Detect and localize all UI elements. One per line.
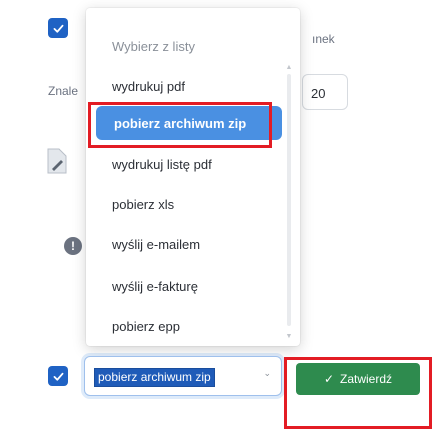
search-label-fragment: Znale bbox=[48, 84, 79, 98]
action-dropdown-list: Wybierz z listy wydrukuj pdf pobierz arc… bbox=[86, 8, 300, 346]
scroll-up-arrow-icon[interactable]: ▲ bbox=[284, 64, 294, 71]
scroll-track[interactable] bbox=[287, 74, 291, 326]
row-checkbox[interactable] bbox=[48, 366, 68, 386]
option-download-xls[interactable]: pobierz xls bbox=[96, 188, 282, 222]
highlight-box-selected-option bbox=[88, 102, 272, 148]
action-select[interactable]: pobierz archiwum zip ⌄ bbox=[84, 356, 282, 396]
chevron-down-icon: ⌄ bbox=[263, 368, 271, 378]
dropdown-header: Wybierz z listy bbox=[112, 39, 195, 54]
page-size-input[interactable]: 20 bbox=[302, 74, 348, 110]
option-send-email[interactable]: wyślij e-mailem bbox=[96, 228, 282, 262]
option-send-einvoice[interactable]: wyślij e-fakturę bbox=[96, 270, 282, 304]
highlight-box-submit bbox=[284, 357, 432, 429]
select-all-checkbox[interactable] bbox=[48, 18, 68, 38]
info-icon: ! bbox=[64, 237, 82, 255]
option-print-list-pdf[interactable]: wydrukuj listę pdf bbox=[96, 148, 282, 182]
option-print-pdf[interactable]: wydrukuj pdf bbox=[96, 70, 282, 104]
dropdown-scrollbar[interactable]: ▲ ▼ bbox=[284, 64, 294, 340]
check-icon bbox=[53, 24, 63, 33]
action-select-value: pobierz archiwum zip bbox=[94, 368, 215, 387]
column-header-fragment: ınek bbox=[312, 32, 335, 46]
scroll-down-arrow-icon[interactable]: ▼ bbox=[284, 333, 294, 340]
file-edit-icon[interactable] bbox=[46, 148, 68, 174]
option-download-epp[interactable]: pobierz epp bbox=[96, 310, 282, 344]
check-icon bbox=[53, 372, 63, 381]
